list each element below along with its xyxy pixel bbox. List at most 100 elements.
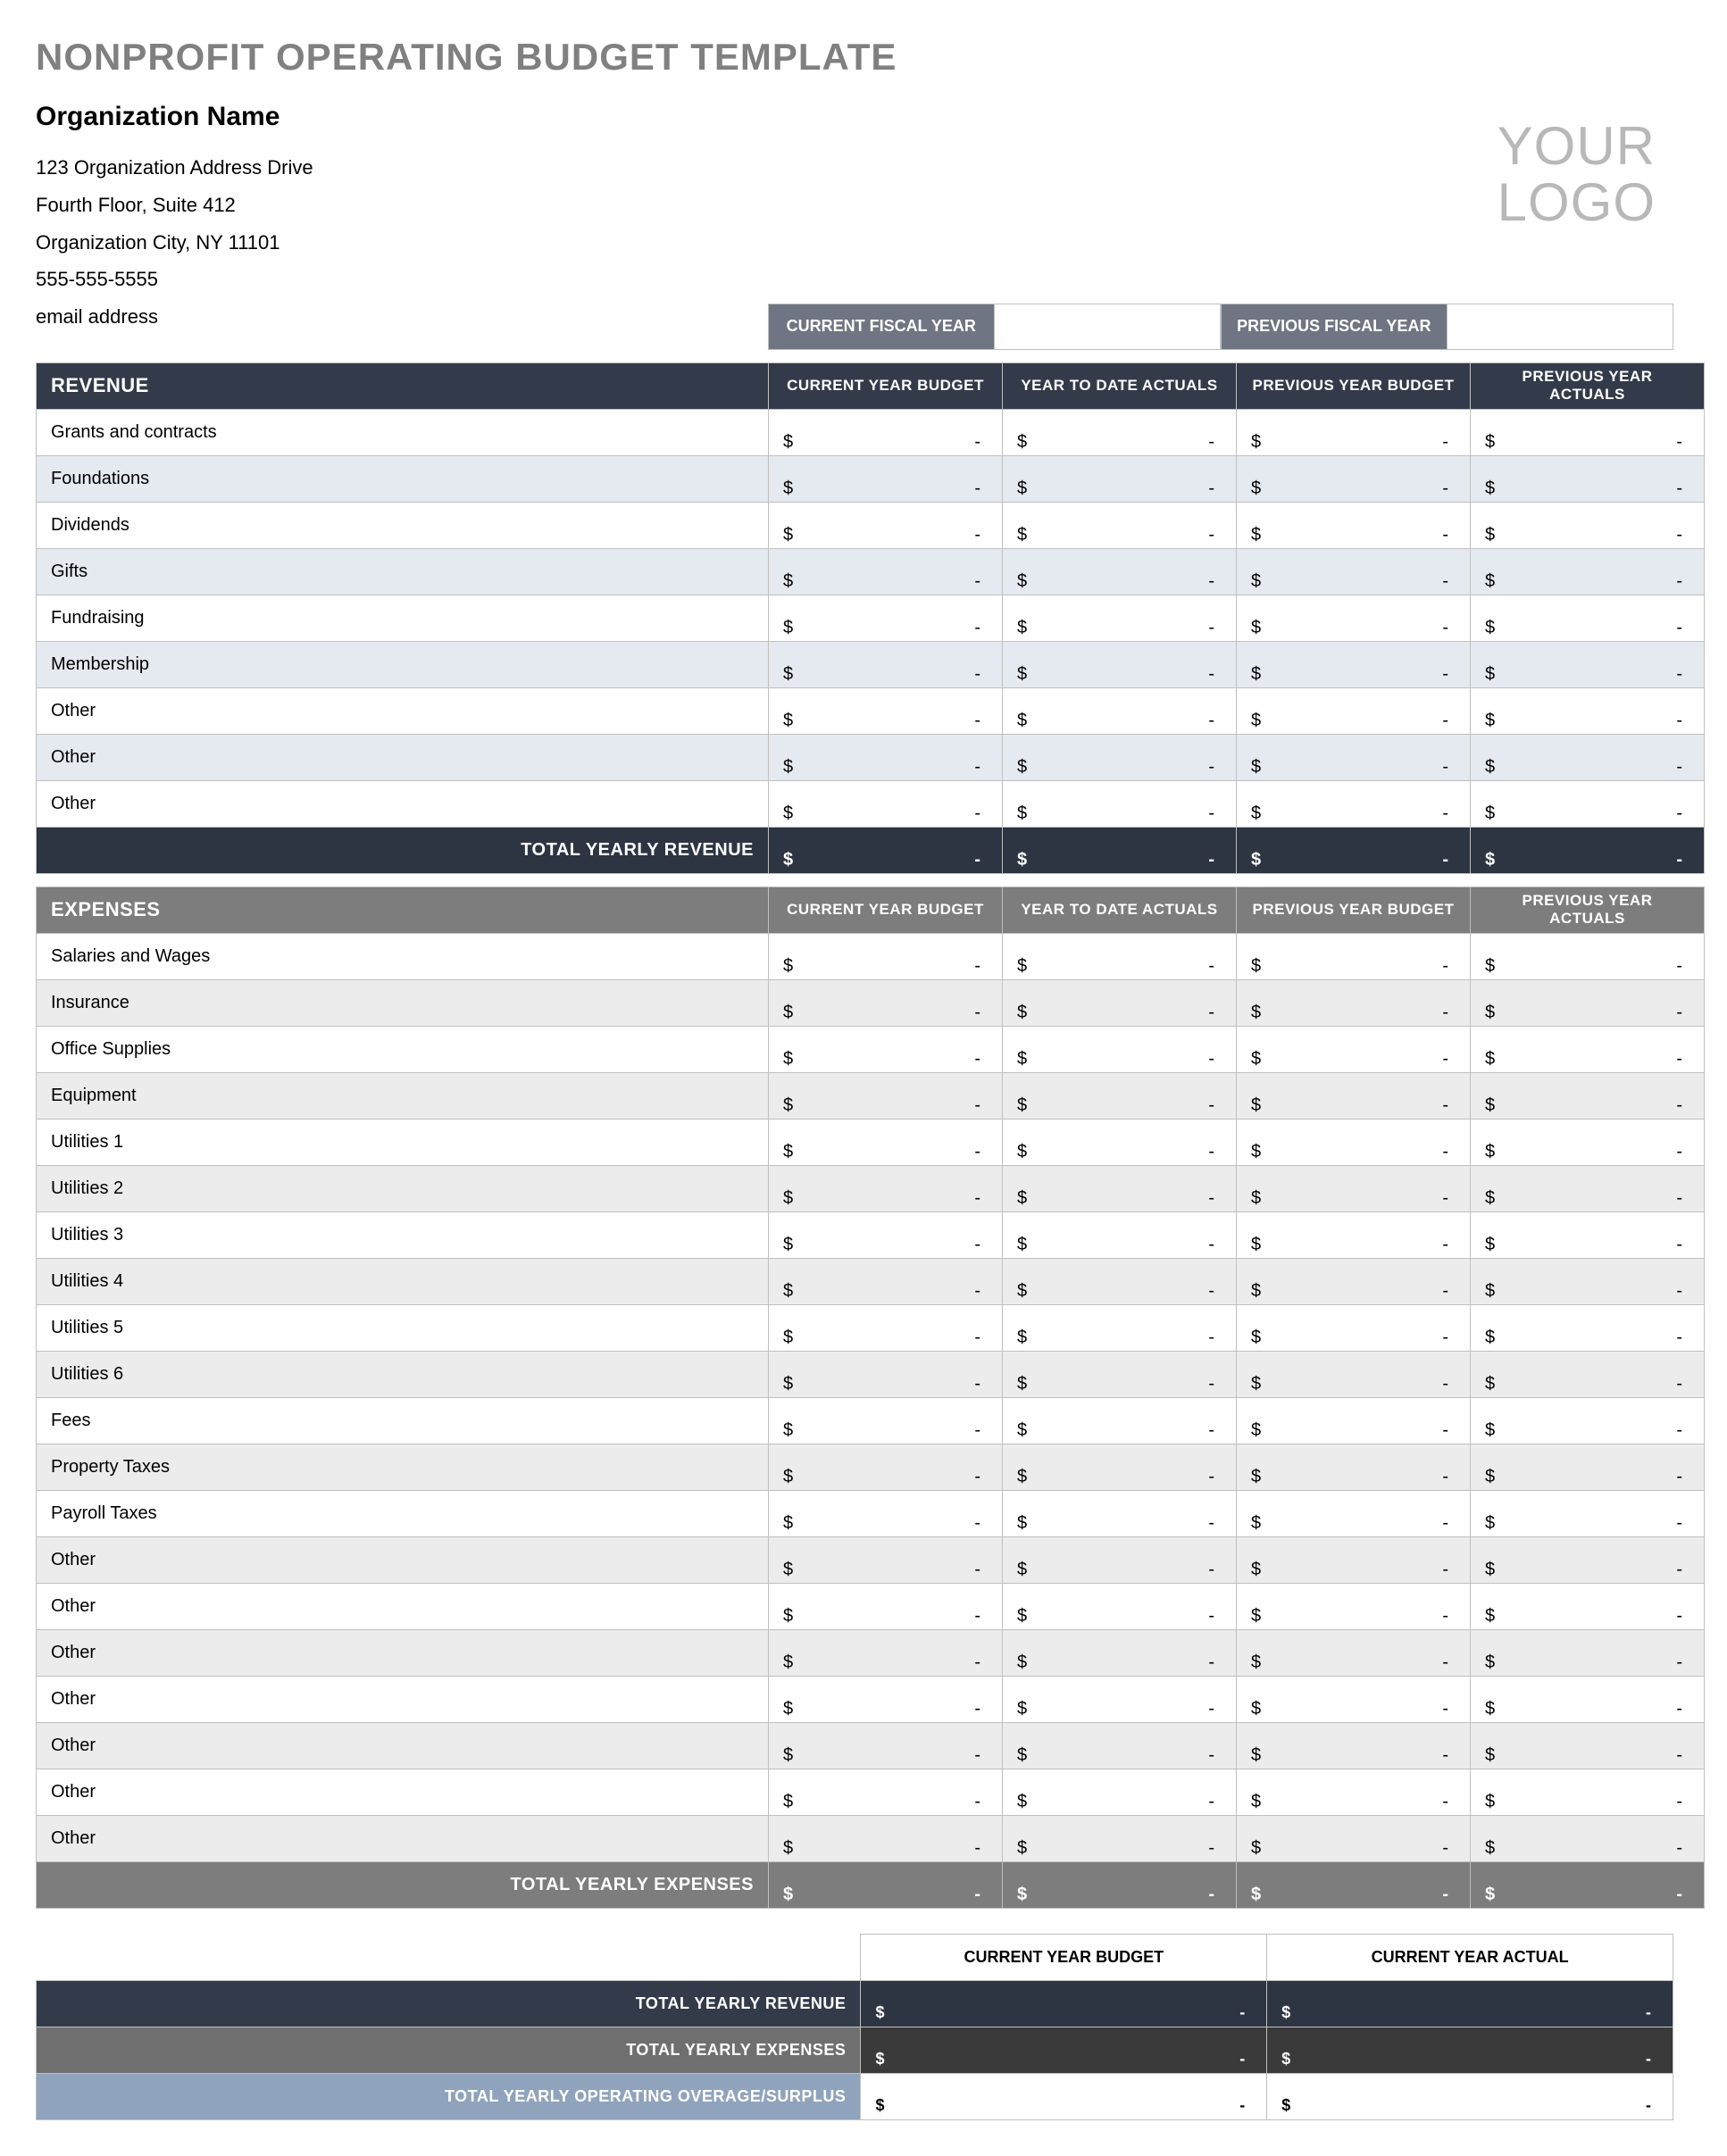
expense-item-label[interactable]: Other xyxy=(37,1815,769,1861)
revenue-previous-budget[interactable]: $- xyxy=(1237,548,1471,595)
expense-item-label[interactable]: Salaries and Wages xyxy=(37,933,769,979)
revenue-current-budget[interactable]: $- xyxy=(769,734,1003,780)
expense-previous-budget[interactable]: $- xyxy=(1237,1583,1471,1629)
revenue-ytd-actuals[interactable]: $- xyxy=(1003,641,1237,687)
expense-ytd-actuals[interactable]: $- xyxy=(1003,1072,1237,1119)
expense-current-budget[interactable]: $- xyxy=(769,1351,1003,1397)
expense-previous-budget[interactable]: $- xyxy=(1237,1769,1471,1815)
expense-current-budget[interactable]: $- xyxy=(769,1583,1003,1629)
revenue-previous-actuals[interactable]: $- xyxy=(1471,502,1705,548)
expense-item-label[interactable]: Office Supplies xyxy=(37,1026,769,1072)
expense-ytd-actuals[interactable]: $- xyxy=(1003,979,1237,1026)
revenue-ytd-actuals[interactable]: $- xyxy=(1003,780,1237,827)
revenue-previous-actuals[interactable]: $- xyxy=(1471,548,1705,595)
expense-previous-actuals[interactable]: $- xyxy=(1471,1629,1705,1676)
expense-ytd-actuals[interactable]: $- xyxy=(1003,1119,1237,1165)
revenue-total-ytd-actuals[interactable]: $- xyxy=(1003,827,1237,873)
revenue-previous-actuals[interactable]: $- xyxy=(1471,780,1705,827)
revenue-item-label[interactable]: Grants and contracts xyxy=(37,409,769,455)
revenue-ytd-actuals[interactable]: $- xyxy=(1003,687,1237,734)
summary-expenses-budget[interactable]: $- xyxy=(861,2027,1267,2073)
revenue-total-previous-actuals[interactable]: $- xyxy=(1471,827,1705,873)
expense-current-budget[interactable]: $- xyxy=(769,1815,1003,1861)
expense-ytd-actuals[interactable]: $- xyxy=(1003,1211,1237,1258)
expense-item-label[interactable]: Utilities 5 xyxy=(37,1304,769,1351)
revenue-previous-budget[interactable]: $- xyxy=(1237,641,1471,687)
revenue-previous-budget[interactable]: $- xyxy=(1237,409,1471,455)
summary-surplus-actual[interactable]: $- xyxy=(1267,2073,1673,2119)
organization-email[interactable]: email address xyxy=(36,298,313,336)
expense-previous-budget[interactable]: $- xyxy=(1237,1629,1471,1676)
expense-item-label[interactable]: Utilities 3 xyxy=(37,1211,769,1258)
expense-total-current-budget[interactable]: $- xyxy=(769,1861,1003,1908)
expense-previous-actuals[interactable]: $- xyxy=(1471,1119,1705,1165)
expense-item-label[interactable]: Utilities 1 xyxy=(37,1119,769,1165)
expense-item-label[interactable]: Other xyxy=(37,1769,769,1815)
expense-ytd-actuals[interactable]: $- xyxy=(1003,1258,1237,1304)
expense-previous-actuals[interactable]: $- xyxy=(1471,1676,1705,1722)
expense-previous-budget[interactable]: $- xyxy=(1237,933,1471,979)
expense-current-budget[interactable]: $- xyxy=(769,1072,1003,1119)
expense-previous-budget[interactable]: $- xyxy=(1237,1397,1471,1444)
expense-ytd-actuals[interactable]: $- xyxy=(1003,1026,1237,1072)
expense-total-previous-actuals[interactable]: $- xyxy=(1471,1861,1705,1908)
expense-previous-actuals[interactable]: $- xyxy=(1471,1072,1705,1119)
expense-current-budget[interactable]: $- xyxy=(769,1536,1003,1583)
revenue-current-budget[interactable]: $- xyxy=(769,780,1003,827)
revenue-previous-budget[interactable]: $- xyxy=(1237,595,1471,641)
revenue-ytd-actuals[interactable]: $- xyxy=(1003,595,1237,641)
organization-address-2[interactable]: Fourth Floor, Suite 412 xyxy=(36,187,313,224)
expense-ytd-actuals[interactable]: $- xyxy=(1003,1722,1237,1769)
revenue-item-label[interactable]: Fundraising xyxy=(37,595,769,641)
expense-previous-budget[interactable]: $- xyxy=(1237,1258,1471,1304)
summary-revenue-budget[interactable]: $- xyxy=(861,1980,1267,2027)
expense-ytd-actuals[interactable]: $- xyxy=(1003,1444,1237,1490)
expense-item-label[interactable]: Other xyxy=(37,1583,769,1629)
expense-previous-budget[interactable]: $- xyxy=(1237,1165,1471,1211)
expense-previous-budget[interactable]: $- xyxy=(1237,1536,1471,1583)
expense-ytd-actuals[interactable]: $- xyxy=(1003,1397,1237,1444)
expense-item-label[interactable]: Other xyxy=(37,1676,769,1722)
expense-ytd-actuals[interactable]: $- xyxy=(1003,1583,1237,1629)
expense-current-budget[interactable]: $- xyxy=(769,1629,1003,1676)
logo-placeholder[interactable]: YOUR LOGO xyxy=(1498,91,1673,230)
revenue-current-budget[interactable]: $- xyxy=(769,409,1003,455)
revenue-ytd-actuals[interactable]: $- xyxy=(1003,409,1237,455)
revenue-previous-actuals[interactable]: $- xyxy=(1471,455,1705,502)
expense-previous-actuals[interactable]: $- xyxy=(1471,1165,1705,1211)
revenue-ytd-actuals[interactable]: $- xyxy=(1003,548,1237,595)
expense-ytd-actuals[interactable]: $- xyxy=(1003,1351,1237,1397)
expense-item-label[interactable]: Payroll Taxes xyxy=(37,1490,769,1536)
expense-current-budget[interactable]: $- xyxy=(769,979,1003,1026)
expense-previous-budget[interactable]: $- xyxy=(1237,1026,1471,1072)
revenue-previous-budget[interactable]: $- xyxy=(1237,780,1471,827)
expense-previous-budget[interactable]: $- xyxy=(1237,1815,1471,1861)
expense-previous-budget[interactable]: $- xyxy=(1237,1722,1471,1769)
expense-ytd-actuals[interactable]: $- xyxy=(1003,1676,1237,1722)
revenue-previous-budget[interactable]: $- xyxy=(1237,687,1471,734)
revenue-previous-actuals[interactable]: $- xyxy=(1471,641,1705,687)
revenue-current-budget[interactable]: $- xyxy=(769,687,1003,734)
revenue-item-label[interactable]: Dividends xyxy=(37,502,769,548)
organization-name[interactable]: Organization Name xyxy=(36,91,313,142)
expense-current-budget[interactable]: $- xyxy=(769,1676,1003,1722)
expense-item-label[interactable]: Utilities 6 xyxy=(37,1351,769,1397)
summary-surplus-budget[interactable]: $- xyxy=(861,2073,1267,2119)
current-fiscal-year-input[interactable] xyxy=(995,304,1221,350)
expense-ytd-actuals[interactable]: $- xyxy=(1003,1304,1237,1351)
organization-phone[interactable]: 555-555-5555 xyxy=(36,261,313,298)
expense-ytd-actuals[interactable]: $- xyxy=(1003,1629,1237,1676)
expense-previous-budget[interactable]: $- xyxy=(1237,1676,1471,1722)
expense-previous-actuals[interactable]: $- xyxy=(1471,1815,1705,1861)
expense-total-previous-budget[interactable]: $- xyxy=(1237,1861,1471,1908)
revenue-previous-budget[interactable]: $- xyxy=(1237,455,1471,502)
expense-item-label[interactable]: Fees xyxy=(37,1397,769,1444)
revenue-ytd-actuals[interactable]: $- xyxy=(1003,734,1237,780)
expense-previous-actuals[interactable]: $- xyxy=(1471,1304,1705,1351)
expense-previous-actuals[interactable]: $- xyxy=(1471,1351,1705,1397)
expense-previous-budget[interactable]: $- xyxy=(1237,979,1471,1026)
expense-ytd-actuals[interactable]: $- xyxy=(1003,933,1237,979)
revenue-ytd-actuals[interactable]: $- xyxy=(1003,455,1237,502)
revenue-item-label[interactable]: Gifts xyxy=(37,548,769,595)
organization-address-1[interactable]: 123 Organization Address Drive xyxy=(36,149,313,187)
